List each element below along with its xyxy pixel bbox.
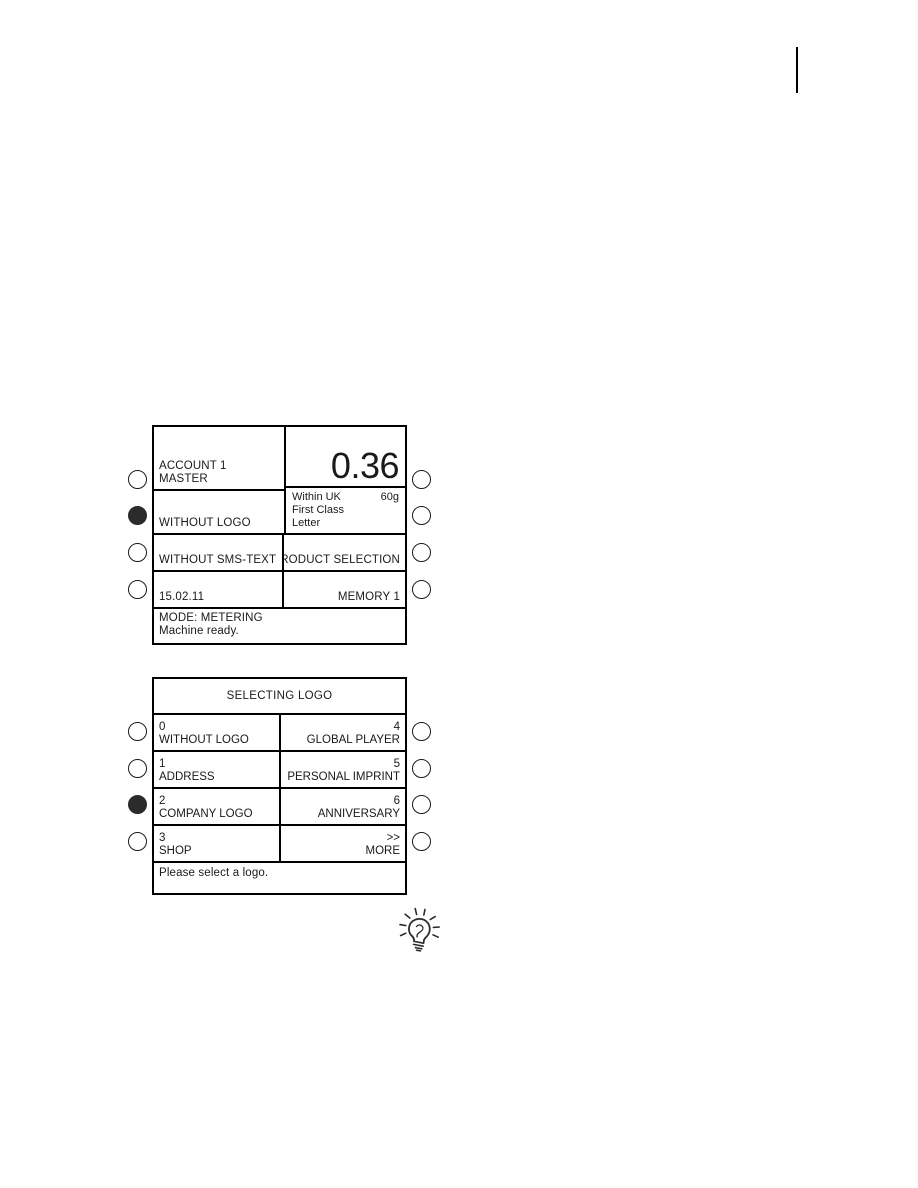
logo-option-cell-3[interactable]: 3 SHOP (154, 826, 281, 861)
logo-option-row: 0 WITHOUT LOGO 4 GLOBAL PLAYER (154, 715, 405, 752)
logo-option-4-button[interactable] (412, 722, 431, 741)
logo-option-row: 1 ADDRESS 5 PERSONAL IMPRINT (154, 752, 405, 789)
logo-button[interactable] (128, 506, 147, 525)
logo-option-index-6: 6 (393, 795, 400, 807)
logo-option-label-2: COMPANY LOGO (159, 808, 253, 820)
logo-option-label-5: PERSONAL IMPRINT (287, 771, 400, 783)
sms-text-button[interactable] (128, 543, 147, 562)
memory-button[interactable] (412, 580, 431, 599)
logo-option-cell-6[interactable]: 6 ANNIVERSARY (281, 789, 405, 824)
status-state-line: Machine ready. (159, 625, 239, 637)
date-value: 15.02.11 (159, 591, 205, 603)
product-info-cell: Within UK First Class Letter 60g (286, 488, 405, 533)
status-cell: MODE: METERING Machine ready. (154, 609, 405, 643)
memory-cell: MEMORY 1 (284, 572, 405, 607)
page-corner-rule (796, 47, 798, 93)
product-info-button[interactable] (412, 506, 431, 525)
date-memory-row: 15.02.11 MEMORY 1 (154, 572, 405, 609)
logo-option-0-button[interactable] (128, 722, 147, 741)
logo-option-label-3: SHOP (159, 845, 192, 857)
weight-value: 60g (380, 490, 399, 503)
logo-more-button[interactable] (412, 832, 431, 851)
sms-product-row: WITHOUT SMS-TEXT PRODUCT SELECTION (154, 535, 405, 572)
memory-label: MEMORY 1 (337, 591, 400, 603)
logo-option-index-5: 5 (393, 758, 400, 770)
date-button[interactable] (128, 580, 147, 599)
logo-option-1-button[interactable] (128, 759, 147, 778)
product-selection-button[interactable] (412, 543, 431, 562)
logo-option-3-button[interactable] (128, 832, 147, 851)
logo-option-5-button[interactable] (412, 759, 431, 778)
logo-option-index-1: 1 (159, 758, 166, 770)
sms-setting-label: WITHOUT SMS-TEXT (159, 554, 277, 566)
logo-option-index-2: 2 (159, 795, 166, 807)
logo-more-label: MORE (365, 845, 401, 857)
logo-option-cell-2[interactable]: 2 COMPANY LOGO (154, 789, 281, 824)
postage-amount-value: 0.36 (330, 444, 400, 486)
account-button[interactable] (128, 470, 147, 489)
product-line-1: Within UK (292, 490, 341, 503)
logo-message-row: Please select a logo. (154, 863, 405, 898)
account-label: ACCOUNT 1 (159, 459, 227, 472)
logo-option-2-button[interactable] (128, 795, 147, 814)
logo-more-cell[interactable]: >> MORE (281, 826, 405, 861)
date-cell: 15.02.11 (154, 572, 284, 607)
logo-more-index: >> (386, 832, 400, 844)
logo-setting-cell: WITHOUT LOGO (154, 491, 284, 533)
logo-option-cell-1[interactable]: 1 ADDRESS (154, 752, 281, 787)
lightbulb-icon (396, 906, 444, 964)
metering-mode-display: ACCOUNT 1 MASTER WITHOUT LOGO 0.36 Withi… (152, 425, 407, 645)
logo-option-index-3: 3 (159, 832, 166, 844)
account-cell: ACCOUNT 1 MASTER (154, 427, 284, 491)
logo-option-index-4: 4 (393, 721, 400, 733)
product-description: Within UK First Class Letter (292, 491, 344, 530)
logo-option-index-0: 0 (159, 721, 166, 733)
product-selection-cell: PRODUCT SELECTION (284, 535, 405, 570)
logo-option-cell-0[interactable]: 0 WITHOUT LOGO (154, 715, 281, 750)
logo-option-6-button[interactable] (412, 795, 431, 814)
status-row: MODE: METERING Machine ready. (154, 609, 405, 643)
logo-setting-label: WITHOUT LOGO (159, 517, 251, 529)
product-line-2: First Class (292, 503, 344, 516)
account-name: MASTER (159, 472, 208, 485)
logo-option-label-4: GLOBAL PLAYER (306, 734, 400, 746)
sms-setting-cell: WITHOUT SMS-TEXT (154, 535, 284, 570)
logo-message-text: Please select a logo. (159, 867, 269, 879)
logo-display-title-row: SELECTING LOGO (154, 679, 405, 715)
logo-message-cell: Please select a logo. (154, 863, 405, 898)
amount-button[interactable] (412, 470, 431, 489)
logo-option-row: 3 SHOP >> MORE (154, 826, 405, 863)
logo-option-cell-5[interactable]: 5 PERSONAL IMPRINT (281, 752, 405, 787)
product-line-3: Letter (292, 516, 321, 529)
postage-amount-cell: 0.36 (286, 427, 405, 488)
logo-option-label-6: ANNIVERSARY (317, 808, 400, 820)
logo-option-label-1: ADDRESS (159, 771, 215, 783)
logo-option-cell-4[interactable]: 4 GLOBAL PLAYER (281, 715, 405, 750)
logo-option-row: 2 COMPANY LOGO 6 ANNIVERSARY (154, 789, 405, 826)
status-mode-line: MODE: METERING (159, 612, 263, 624)
logo-display-title: SELECTING LOGO (226, 690, 333, 702)
logo-option-label-0: WITHOUT LOGO (159, 734, 249, 746)
selecting-logo-display: SELECTING LOGO 0 WITHOUT LOGO 4 GLOBAL P… (152, 677, 407, 895)
product-selection-label: PRODUCT SELECTION (284, 554, 400, 566)
